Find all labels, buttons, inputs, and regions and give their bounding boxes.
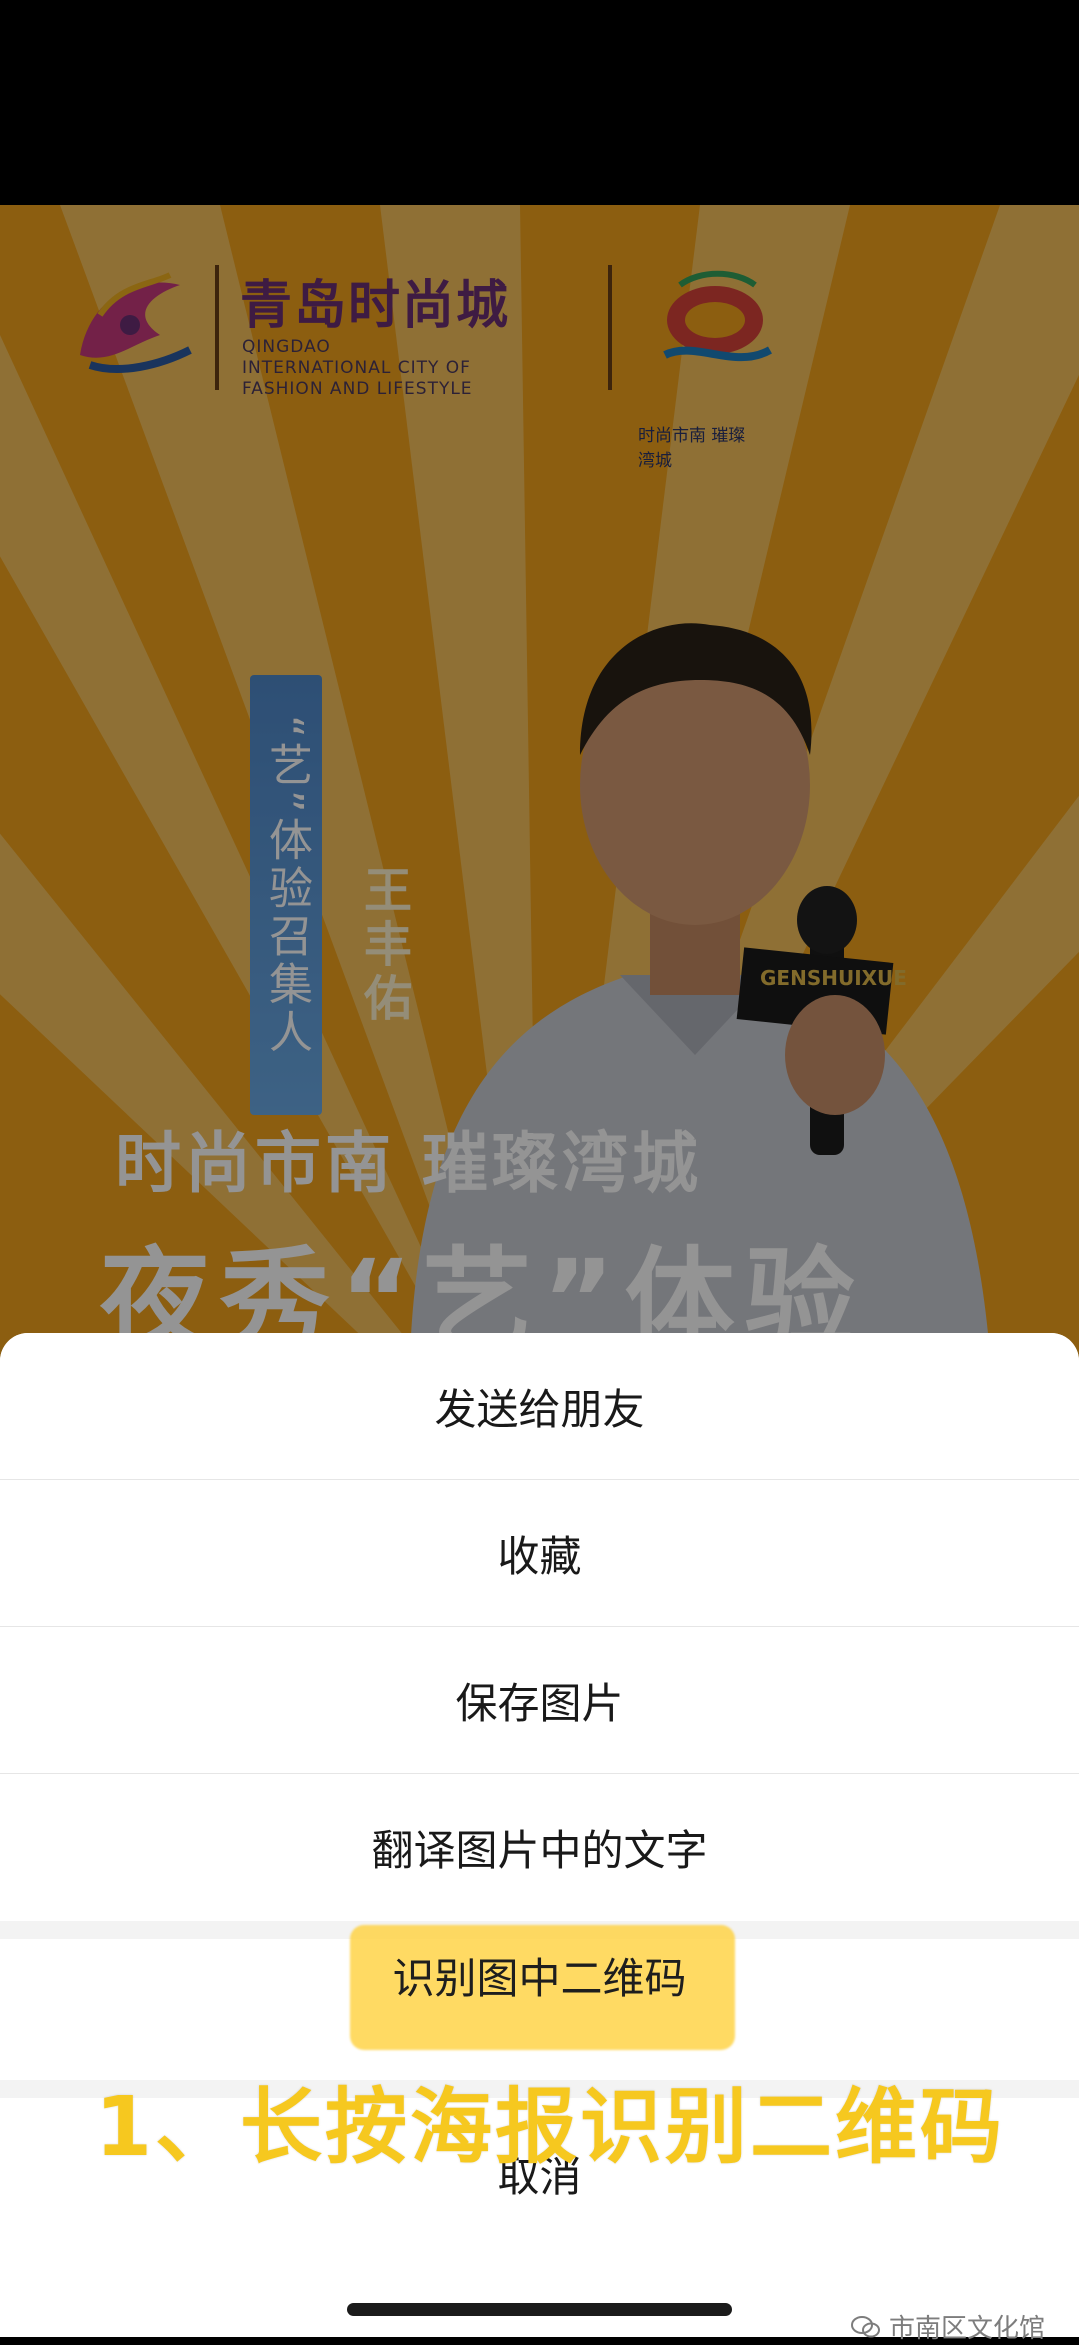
poster-image[interactable]: 青岛时尚城 QINGDAO INTERNATIONAL CITY OF FASH… — [0, 205, 1079, 1405]
instruction-caption: 1、长按海报识别二维码 — [95, 2080, 1006, 2175]
poster-dim-overlay — [0, 205, 1079, 1405]
save-image-option[interactable]: 保存图片 — [0, 1627, 1079, 1773]
favorite-option[interactable]: 收藏 — [0, 1480, 1079, 1626]
home-indicator[interactable] — [347, 2303, 732, 2316]
translate-text-option[interactable]: 翻译图片中的文字 — [0, 1774, 1079, 1920]
scan-qr-label: 识别图中二维码 — [392, 1954, 687, 2003]
top-black-bar — [0, 0, 1079, 205]
send-to-friend-option[interactable]: 发送给朋友 — [0, 1333, 1079, 1479]
watermark-text: 市南区文化馆 — [888, 2314, 1045, 2344]
account-watermark: 市南区文化馆 — [850, 2308, 1045, 2345]
wechat-icon — [850, 2315, 880, 2337]
translate-text-label: 翻译图片中的文字 — [371, 1825, 708, 1875]
